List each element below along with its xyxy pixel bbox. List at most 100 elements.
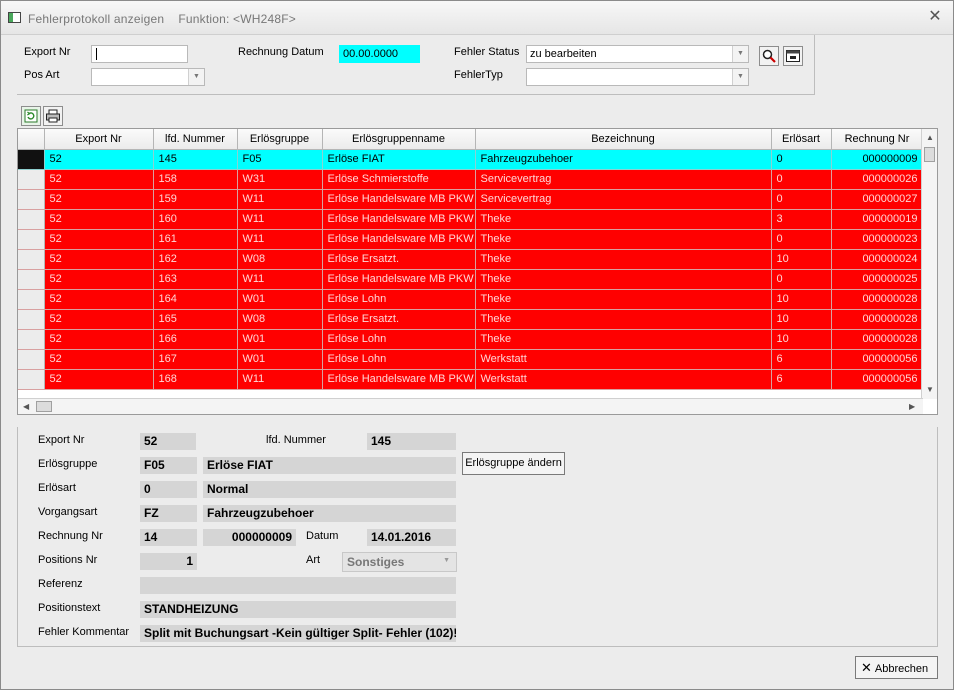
column-header[interactable]: lfd. Nummer xyxy=(153,129,238,150)
table-cell[interactable]: 000000028 xyxy=(831,329,924,350)
row-indicator[interactable] xyxy=(18,289,45,310)
table-cell[interactable]: 000000028 xyxy=(831,289,924,310)
table-cell[interactable]: W11 xyxy=(237,369,323,390)
table-cell[interactable]: W08 xyxy=(237,249,323,270)
table-row[interactable]: 52 164 W01 Erlöse Lohn Theke 10 000000028 xyxy=(18,289,924,310)
vertical-scrollbar[interactable]: ▲ ▼ xyxy=(921,129,937,399)
chevron-down-icon[interactable]: ▼ xyxy=(732,46,748,62)
table-cell[interactable]: Erlöse Ersatzt. xyxy=(322,309,476,330)
table-cell[interactable]: W11 xyxy=(237,269,323,290)
horizontal-scrollbar[interactable]: ◀ ▶ xyxy=(18,398,923,414)
row-indicator[interactable] xyxy=(18,189,45,210)
table-cell[interactable]: W31 xyxy=(237,169,323,190)
row-indicator[interactable] xyxy=(18,349,45,370)
table-cell[interactable]: W01 xyxy=(237,289,323,310)
table-cell[interactable]: 52 xyxy=(44,229,154,250)
table-cell[interactable]: Erlöse Handelsware MB PKW xyxy=(322,189,476,210)
table-cell[interactable]: Fahrzeugzubehoer xyxy=(475,149,772,170)
table-cell[interactable]: Erlöse Handelsware MB PKW xyxy=(322,209,476,230)
table-cell[interactable]: 160 xyxy=(153,209,238,230)
table-cell[interactable]: 000000023 xyxy=(831,229,924,250)
table-cell[interactable]: Erlöse FIAT xyxy=(322,149,476,170)
table-cell[interactable]: 163 xyxy=(153,269,238,290)
scroll-down-icon[interactable]: ▼ xyxy=(926,385,934,394)
table-row[interactable]: 52 158 W31 Erlöse Schmierstoffe Servicevertr… xyxy=(18,169,924,190)
table-cell[interactable]: 0 xyxy=(771,229,832,250)
pos-art-select[interactable]: ▼ xyxy=(91,68,205,86)
table-cell[interactable]: 52 xyxy=(44,249,154,270)
table-cell[interactable]: 3 xyxy=(771,209,832,230)
column-header[interactable]: Erlösart xyxy=(771,129,832,150)
chevron-down-icon[interactable]: ▼ xyxy=(732,69,748,85)
table-cell[interactable]: 6 xyxy=(771,349,832,370)
table-cell[interactable]: 52 xyxy=(44,309,154,330)
table-cell[interactable]: Theke xyxy=(475,329,772,350)
table-cell[interactable]: 000000056 xyxy=(831,369,924,390)
table-cell[interactable]: W11 xyxy=(237,189,323,210)
row-indicator[interactable] xyxy=(18,149,45,170)
print-icon[interactable] xyxy=(43,106,63,126)
export-nr-filter-input[interactable] xyxy=(91,45,188,63)
table-cell[interactable]: 166 xyxy=(153,329,238,350)
table-cell[interactable]: 52 xyxy=(44,329,154,350)
table-cell[interactable]: Werkstatt xyxy=(475,369,772,390)
refresh-icon[interactable] xyxy=(21,106,41,126)
table-cell[interactable]: 145 xyxy=(153,149,238,170)
table-cell[interactable]: 167 xyxy=(153,349,238,370)
scroll-right-icon[interactable]: ▶ xyxy=(909,402,915,411)
table-cell[interactable]: W11 xyxy=(237,229,323,250)
table-row[interactable]: 52 161 W11 Erlöse Handelsware MB PKW Theke 0 0… xyxy=(18,229,924,250)
table-cell[interactable]: 52 xyxy=(44,209,154,230)
table-cell[interactable]: 162 xyxy=(153,249,238,270)
table-row[interactable]: 52 159 W11 Erlöse Handelsware MB PKW Service… xyxy=(18,189,924,210)
fehler-status-select[interactable]: zu bearbeiten ▼ xyxy=(526,45,749,63)
table-cell[interactable]: W01 xyxy=(237,329,323,350)
table-cell[interactable]: 52 xyxy=(44,349,154,370)
table-row[interactable]: 52 167 W01 Erlöse Lohn Werkstatt 6 000000056 xyxy=(18,349,924,370)
table-cell[interactable]: Erlöse Lohn xyxy=(322,349,476,370)
table-cell[interactable]: Erlöse Handelsware MB PKW xyxy=(322,229,476,250)
row-indicator[interactable] xyxy=(18,329,45,350)
table-cell[interactable]: 10 xyxy=(771,329,832,350)
table-cell[interactable]: 161 xyxy=(153,229,238,250)
row-indicator[interactable] xyxy=(18,309,45,330)
table-cell[interactable]: 52 xyxy=(44,289,154,310)
table-cell[interactable]: Erlöse Schmierstoffe xyxy=(322,169,476,190)
fehler-typ-select[interactable]: ▼ xyxy=(526,68,749,86)
error-grid[interactable]: Export Nr lfd. Nummer Erlösgruppe Erlösg… xyxy=(17,128,938,415)
table-cell[interactable]: 164 xyxy=(153,289,238,310)
table-cell[interactable]: Erlöse Lohn xyxy=(322,289,476,310)
table-cell[interactable]: 0 xyxy=(771,189,832,210)
table-cell[interactable]: 000000025 xyxy=(831,269,924,290)
vertical-scroll-thumb[interactable] xyxy=(924,147,935,162)
search-icon[interactable] xyxy=(759,46,779,66)
column-header[interactable]: Export Nr xyxy=(44,129,154,150)
erloesgruppe-aendern-button[interactable]: Erlösgruppe ändern xyxy=(462,452,565,475)
table-cell[interactable]: 000000026 xyxy=(831,169,924,190)
table-cell[interactable]: 6 xyxy=(771,369,832,390)
table-row[interactable]: 52 145 F05 Erlöse FIAT Fahrzeugzubehoer 0 0000… xyxy=(18,149,924,170)
table-cell[interactable]: 10 xyxy=(771,289,832,310)
row-indicator[interactable] xyxy=(18,229,45,250)
table-cell[interactable]: 10 xyxy=(771,309,832,330)
table-cell[interactable]: W08 xyxy=(237,309,323,330)
table-cell[interactable]: F05 xyxy=(237,149,323,170)
chevron-down-icon[interactable]: ▼ xyxy=(188,69,204,85)
table-row[interactable]: 52 168 W11 Erlöse Handelsware MB PKW Werksta… xyxy=(18,369,924,390)
table-cell[interactable]: 0 xyxy=(771,169,832,190)
table-cell[interactable]: 52 xyxy=(44,189,154,210)
scroll-up-icon[interactable]: ▲ xyxy=(926,133,934,142)
table-cell[interactable]: Theke xyxy=(475,209,772,230)
table-row[interactable]: 52 160 W11 Erlöse Handelsware MB PKW Theke 3 0… xyxy=(18,209,924,230)
table-cell[interactable]: 000000024 xyxy=(831,249,924,270)
table-cell[interactable]: 165 xyxy=(153,309,238,330)
table-cell[interactable]: Werkstatt xyxy=(475,349,772,370)
close-icon[interactable]: ✕ xyxy=(927,9,943,25)
table-row[interactable]: 52 163 W11 Erlöse Handelsware MB PKW Theke 0 0… xyxy=(18,269,924,290)
table-cell[interactable]: W11 xyxy=(237,209,323,230)
table-cell[interactable]: 10 xyxy=(771,249,832,270)
table-cell[interactable]: Servicevertrag xyxy=(475,169,772,190)
column-header[interactable]: Erlösgruppe xyxy=(237,129,323,150)
table-cell[interactable]: 168 xyxy=(153,369,238,390)
rechnung-datum-input[interactable]: 00.00.0000 xyxy=(339,45,420,63)
